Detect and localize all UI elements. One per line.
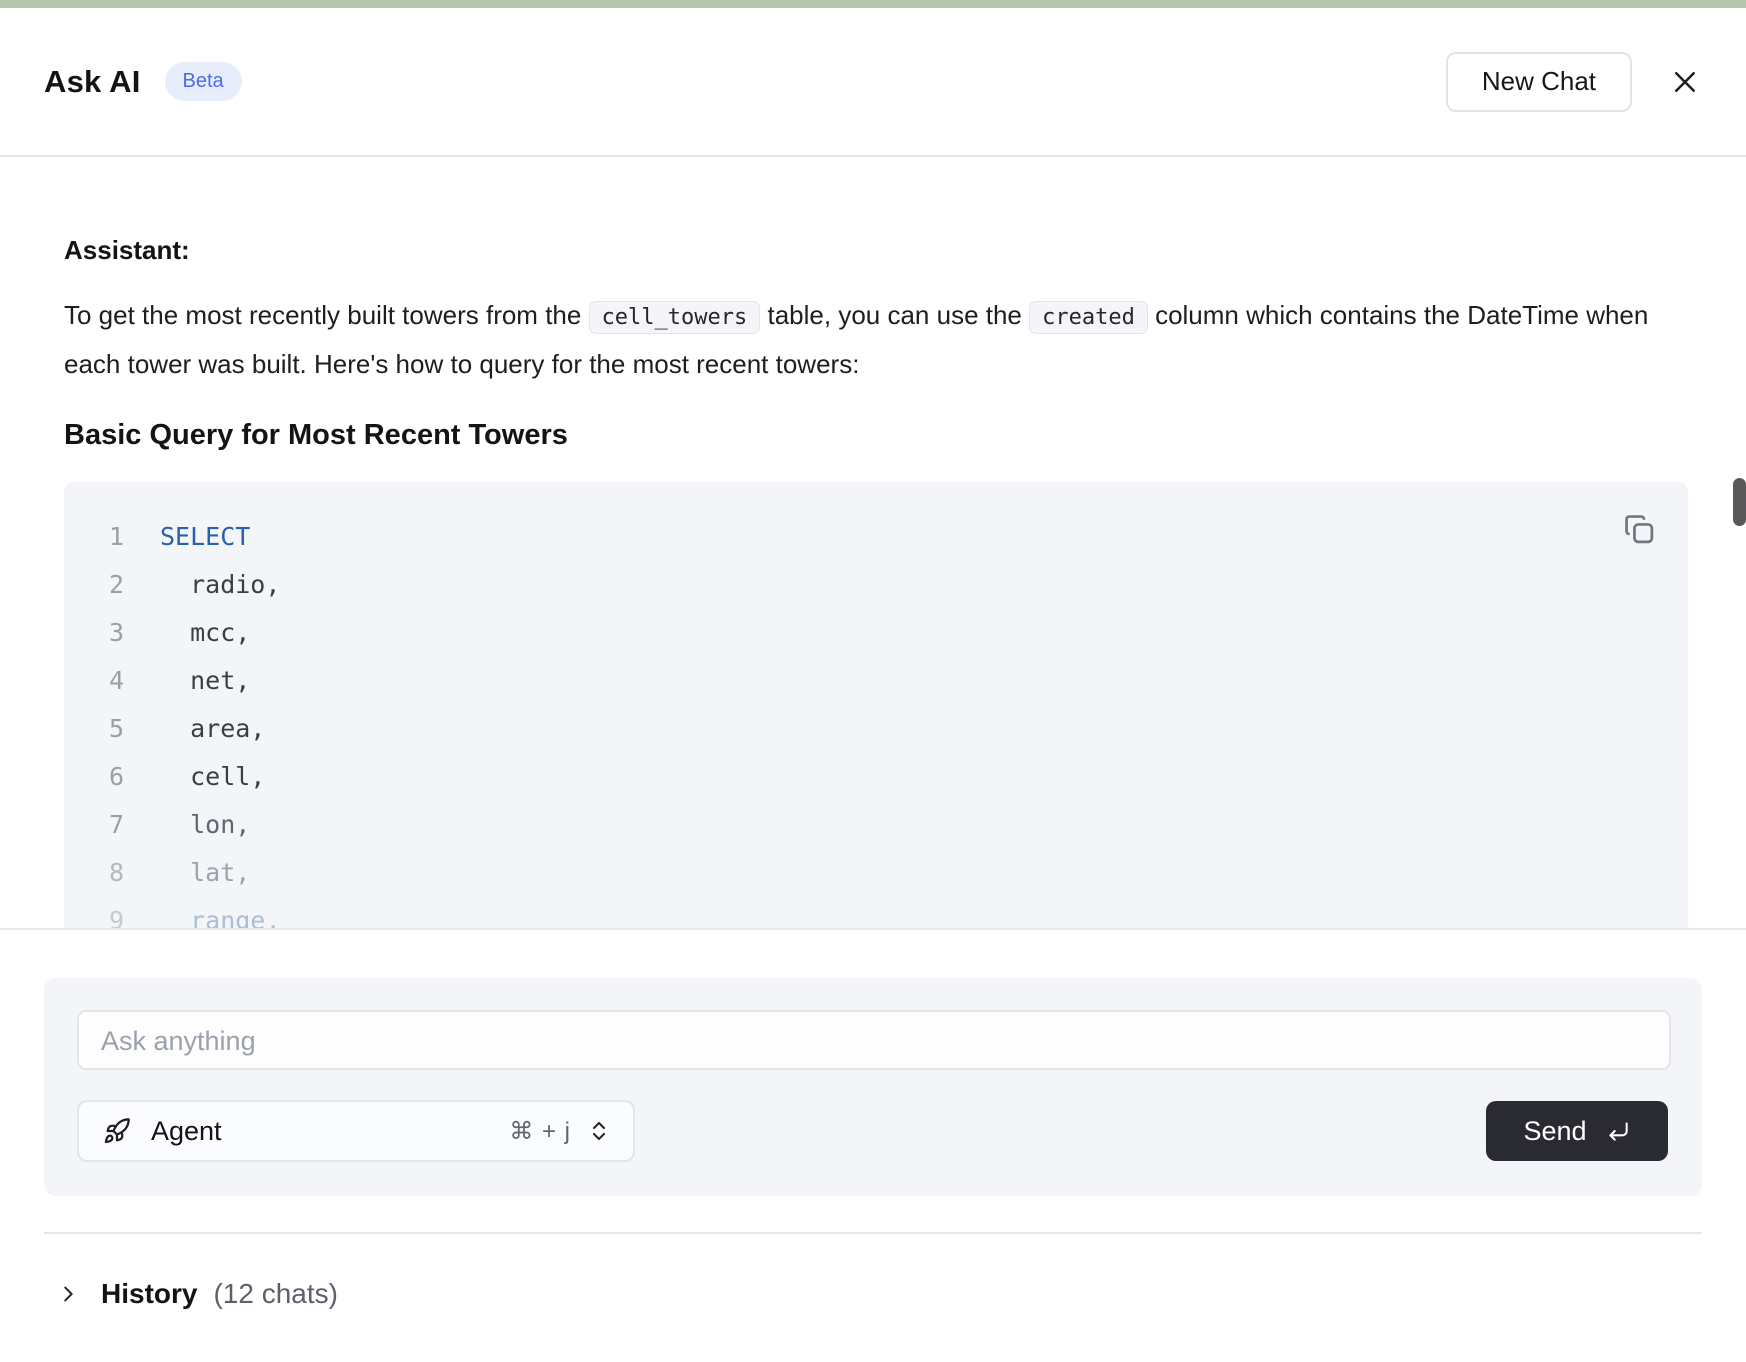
line-code: mcc, bbox=[160, 618, 250, 647]
line-code: cell, bbox=[160, 762, 265, 791]
panel-header: Ask AI Beta New Chat bbox=[0, 8, 1746, 157]
line-number: 3 bbox=[64, 618, 124, 647]
ask-ai-panel: Ask AI Beta New Chat Assistant: To get t… bbox=[0, 0, 1746, 1362]
code-line: 5 area, bbox=[64, 704, 1688, 752]
copy-icon bbox=[1621, 511, 1659, 549]
history-label: History bbox=[101, 1278, 197, 1310]
paragraph-text: table, you can use the bbox=[760, 300, 1029, 330]
line-code: lat, bbox=[160, 858, 250, 887]
line-number: 4 bbox=[64, 666, 124, 695]
line-number: 7 bbox=[64, 810, 124, 839]
line-code: SELECT bbox=[160, 522, 250, 551]
agent-mode-select[interactable]: Agent ⌘ + j bbox=[77, 1100, 635, 1162]
line-number: 9 bbox=[64, 906, 124, 931]
chat-messages-area[interactable]: Assistant: To get the most recently buil… bbox=[0, 157, 1746, 930]
line-code: net, bbox=[160, 666, 250, 695]
code-line: 7 lon, bbox=[64, 800, 1688, 848]
line-code: radio, bbox=[160, 570, 280, 599]
new-chat-button[interactable]: New Chat bbox=[1446, 52, 1632, 112]
agent-select-label: Agent bbox=[151, 1116, 222, 1147]
header-actions: New Chat bbox=[1446, 52, 1702, 112]
send-button[interactable]: Send bbox=[1486, 1101, 1668, 1161]
line-code: lon, bbox=[160, 810, 250, 839]
line-number: 2 bbox=[64, 570, 124, 599]
code-line: 2 radio, bbox=[64, 560, 1688, 608]
code-line: 8 lat, bbox=[64, 848, 1688, 896]
beta-badge: Beta bbox=[165, 62, 242, 101]
code-line: 3 mcc, bbox=[64, 608, 1688, 656]
ask-input[interactable] bbox=[77, 1010, 1671, 1070]
top-accent-bar bbox=[0, 0, 1746, 8]
line-number: 5 bbox=[64, 714, 124, 743]
close-button[interactable] bbox=[1668, 65, 1702, 99]
history-toggle[interactable]: History (12 chats) bbox=[57, 1278, 1746, 1310]
assistant-paragraph: To get the most recently built towers fr… bbox=[64, 292, 1688, 387]
section-heading: Basic Query for Most Recent Towers bbox=[64, 419, 1688, 452]
code-line: 6 cell, bbox=[64, 752, 1688, 800]
composer-controls-row: Agent ⌘ + j Send bbox=[77, 1100, 1670, 1162]
history-divider bbox=[44, 1232, 1702, 1234]
rocket-icon bbox=[103, 1117, 131, 1145]
line-code: range, bbox=[160, 906, 280, 931]
code-line: 9 range, bbox=[64, 896, 1688, 930]
send-button-label: Send bbox=[1523, 1116, 1586, 1147]
copy-code-button[interactable] bbox=[1618, 508, 1662, 552]
history-count: (12 chats) bbox=[213, 1278, 338, 1310]
sql-code-block: 1 SELECT 2 radio, 3 mcc, 4 net, 5 area, 6… bbox=[64, 482, 1688, 930]
line-number: 1 bbox=[64, 522, 124, 551]
paragraph-text: To get the most recently built towers fr… bbox=[64, 300, 589, 330]
agent-select-right: ⌘ + j bbox=[509, 1117, 611, 1146]
code-line: 1 SELECT bbox=[64, 512, 1688, 560]
code-line: 4 net, bbox=[64, 656, 1688, 704]
line-code: area, bbox=[160, 714, 265, 743]
scrollbar-thumb[interactable] bbox=[1733, 478, 1746, 526]
close-icon bbox=[1670, 67, 1700, 97]
chevrons-up-down-icon bbox=[587, 1119, 611, 1143]
chevron-right-icon bbox=[57, 1283, 79, 1305]
line-number: 6 bbox=[64, 762, 124, 791]
inline-code-created: created bbox=[1029, 301, 1148, 334]
return-key-icon bbox=[1605, 1118, 1631, 1144]
chat-composer: Agent ⌘ + j Send bbox=[44, 978, 1702, 1196]
page-title: Ask AI bbox=[44, 64, 141, 100]
assistant-role-label: Assistant: bbox=[64, 235, 1688, 266]
agent-shortcut: ⌘ + j bbox=[509, 1117, 571, 1146]
line-number: 8 bbox=[64, 858, 124, 887]
inline-code-cell-towers: cell_towers bbox=[589, 301, 761, 334]
